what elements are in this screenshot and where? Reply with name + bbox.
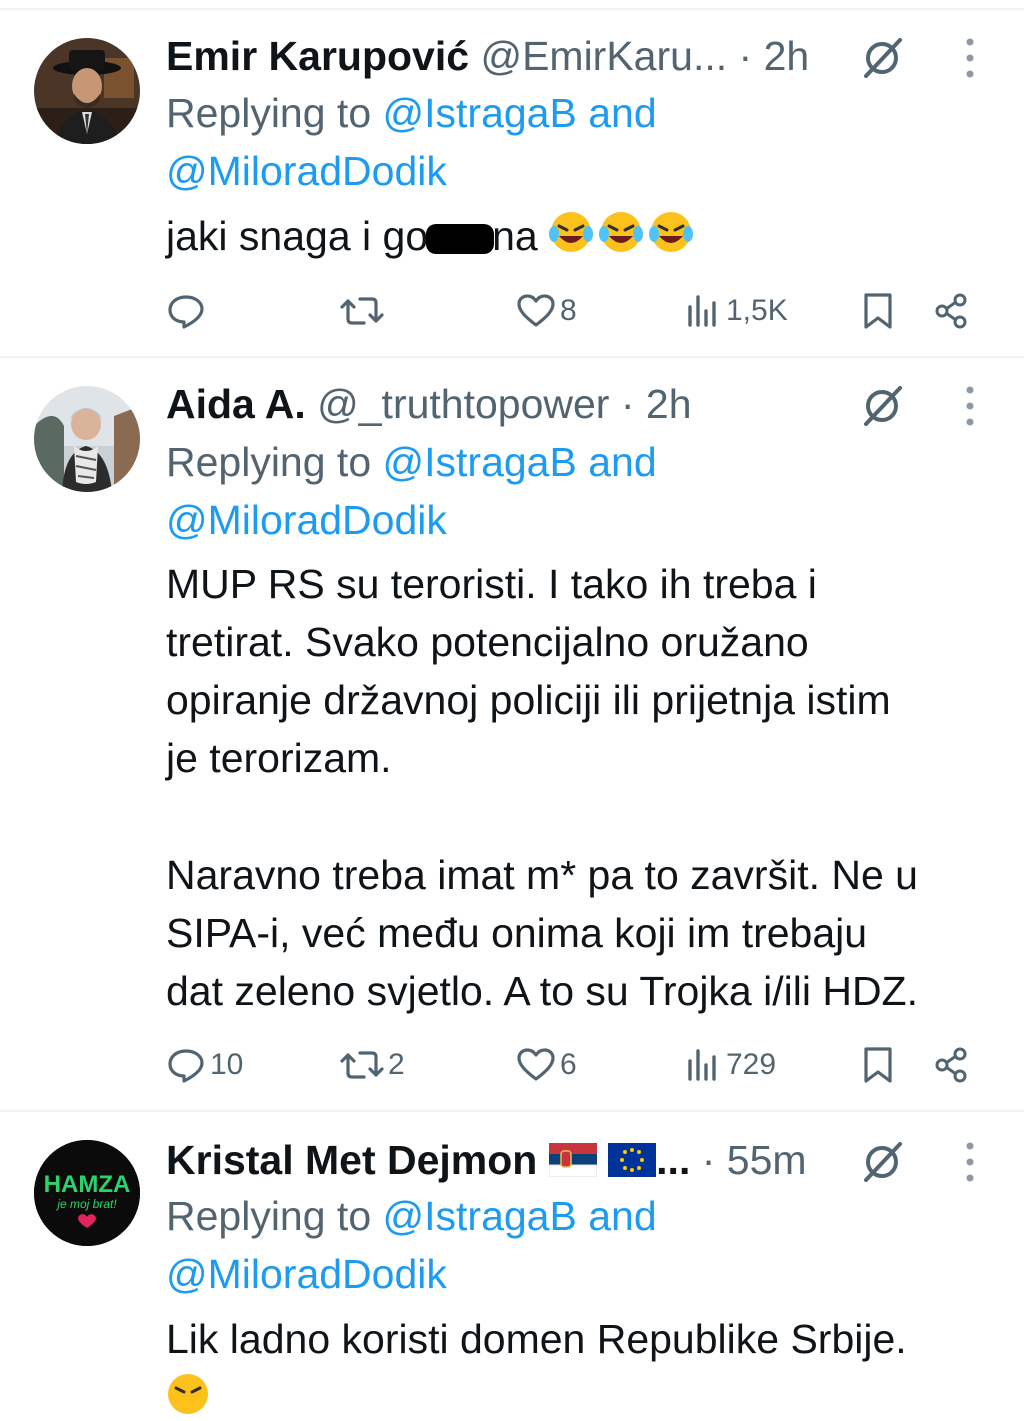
action-bar: 10 2 6 729 <box>0 1040 1024 1090</box>
share-icon <box>935 293 967 329</box>
share-button[interactable] <box>932 286 972 336</box>
replying-to-line2: @MiloradDodik <box>166 491 447 549</box>
more-icon[interactable] <box>964 384 976 428</box>
tweet-header: Emir Karupović @EmirKaru... · 2h <box>166 30 809 82</box>
name-ellipsis: ... <box>656 1137 691 1183</box>
text-after-redaction: na <box>492 213 538 259</box>
avatar-aida[interactable] <box>34 386 140 492</box>
bookmark-button[interactable] <box>860 1040 896 1090</box>
redaction-block <box>426 224 495 255</box>
bookmark-icon <box>864 293 892 329</box>
view-count: 1,5K <box>726 294 788 327</box>
author-name[interactable]: Emir Karupović <box>166 33 469 79</box>
reply-button[interactable]: 10 <box>166 1040 243 1090</box>
grok-icon[interactable] <box>860 1140 904 1184</box>
laughing-emoji-icon <box>166 1372 210 1421</box>
mention-miloraddodik[interactable]: @MiloradDodik <box>166 148 447 194</box>
tweet-text-line: opiranje državnoj policiji ili prijetnja… <box>166 677 891 723</box>
replying-and: and <box>576 90 657 136</box>
more-icon[interactable] <box>964 1140 976 1184</box>
tweet-divider <box>0 1110 1024 1112</box>
separator: · <box>727 33 764 79</box>
action-bar: 8 1,5K <box>0 286 1024 336</box>
reply-button[interactable] <box>166 286 210 336</box>
like-count: 6 <box>560 1048 577 1081</box>
avatar-subtext: je moj brat! <box>55 1197 117 1211</box>
views-button[interactable]: 729 <box>686 1040 776 1090</box>
timestamp[interactable]: 2h <box>646 381 692 427</box>
mention-istragab[interactable]: @IstragaB <box>383 439 577 485</box>
like-icon <box>517 294 555 327</box>
share-icon <box>935 1047 967 1083</box>
replying-and: and <box>576 439 657 485</box>
repost-count: 2 <box>388 1048 405 1081</box>
serbia-flag-icon <box>548 1137 598 1189</box>
tweet-text: jaki snaga i go na <box>166 207 695 269</box>
like-count: 8 <box>560 294 577 327</box>
laughing-emoji-icon <box>549 210 695 269</box>
repost-icon <box>340 297 384 325</box>
tweet-header: Aida A. @_truthtopower · 2h <box>166 378 692 430</box>
tweet-text-line: Naravno treba imat m* pa to završit. Ne … <box>166 852 918 898</box>
tweet-text-line: SIPA-i, već među onima koji im trebaju <box>166 910 868 956</box>
share-button[interactable] <box>932 1040 972 1090</box>
mention-istragab[interactable]: @IstragaB <box>383 1193 577 1239</box>
grok-icon[interactable] <box>860 36 904 80</box>
eu-flag-icon <box>608 1137 657 1189</box>
tweet-text-line: je terorizam. <box>166 735 392 781</box>
repost-icon <box>340 1051 384 1079</box>
replying-to: Replying to @IstragaB and <box>166 1187 657 1245</box>
author-name[interactable]: Kristal Met Dejmon <box>166 1137 537 1183</box>
replying-to-line2: @MiloradDodik <box>166 1245 447 1303</box>
like-icon <box>517 1048 555 1081</box>
timestamp[interactable]: 55m <box>727 1137 807 1183</box>
replying-prefix: Replying to <box>166 90 383 136</box>
tweet-text-line: tretirat. Svako potencijalno oružano <box>166 619 809 665</box>
author-name[interactable]: Aida A. <box>166 381 306 427</box>
reply-icon <box>168 1049 204 1083</box>
mention-istragab[interactable]: @IstragaB <box>383 90 577 136</box>
separator: · <box>690 1137 727 1183</box>
mention-miloraddodik[interactable]: @MiloradDodik <box>166 1251 447 1297</box>
like-button[interactable]: 8 <box>516 286 577 336</box>
author-handle[interactable]: @EmirKaru... <box>480 33 727 79</box>
separator: · <box>609 381 646 427</box>
replying-to: Replying to @IstragaB and <box>166 433 657 491</box>
author-handle[interactable]: @_truthtopower <box>317 381 609 427</box>
avatar-kristal[interactable]: HAMZA je moj brat! <box>34 1140 140 1246</box>
text-before-redaction: jaki snaga i go <box>166 213 429 259</box>
replying-prefix: Replying to <box>166 439 383 485</box>
views-button[interactable]: 1,5K <box>686 286 788 336</box>
tweet-text-line: MUP RS su teroristi. I tako ih treba i <box>166 561 817 607</box>
more-icon[interactable] <box>964 36 976 80</box>
tweet-divider <box>0 356 1024 358</box>
tweet-header: Kristal Met Dejmon ... · 55m <box>166 1134 807 1186</box>
bookmark-button[interactable] <box>860 286 896 336</box>
view-count: 729 <box>726 1048 777 1081</box>
replying-to: Replying to @IstragaB and <box>166 84 657 142</box>
mention-miloraddodik[interactable]: @MiloradDodik <box>166 497 447 543</box>
avatar-hamza-text: HAMZA <box>44 1171 131 1198</box>
like-button[interactable]: 6 <box>516 1040 577 1090</box>
views-icon <box>688 295 716 327</box>
replying-prefix: Replying to <box>166 1193 383 1239</box>
grok-icon[interactable] <box>860 384 904 428</box>
replying-to-line2: @MiloradDodik <box>166 142 447 200</box>
replying-and: and <box>576 1193 657 1239</box>
tweet-text: Lik ladno koristi domen Republike Srbije… <box>166 1316 907 1362</box>
top-divider <box>0 8 1024 10</box>
avatar-emir[interactable] <box>34 38 140 144</box>
repost-button[interactable] <box>340 286 388 336</box>
reply-icon <box>168 295 204 329</box>
reply-count: 10 <box>210 1048 244 1081</box>
bookmark-icon <box>864 1047 892 1083</box>
views-icon <box>688 1049 716 1081</box>
repost-button[interactable]: 2 <box>340 1040 405 1090</box>
timestamp[interactable]: 2h <box>764 33 810 79</box>
tweet-text-line: dat zeleno svjetlo. A to su Trojka i/ili… <box>166 968 918 1014</box>
